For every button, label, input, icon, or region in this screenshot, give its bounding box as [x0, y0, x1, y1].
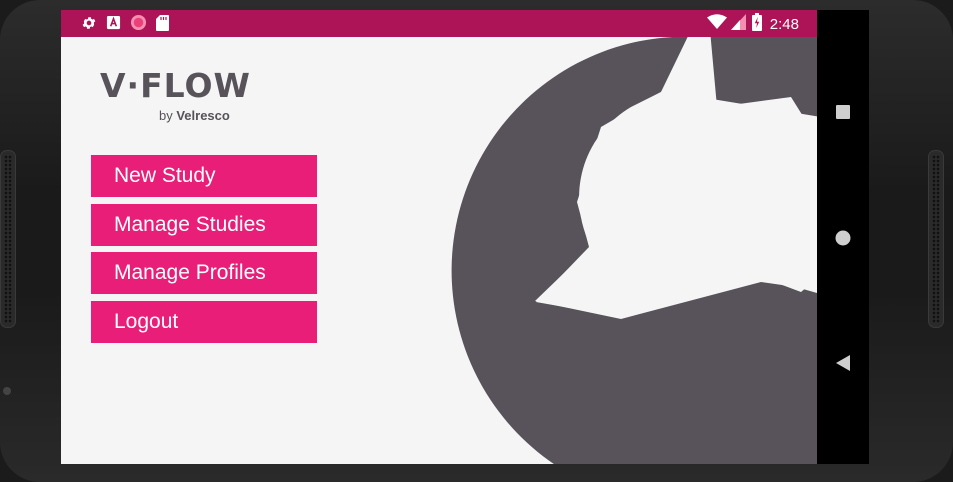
settings-icon — [81, 15, 97, 35]
battery-icon — [751, 13, 762, 35]
a-icon — [106, 15, 121, 34]
recents-icon — [836, 105, 850, 119]
app-logo: V·FLOW by Velresco — [100, 66, 251, 124]
logo-byline: by Velresco — [159, 108, 230, 123]
signal-icon — [730, 14, 746, 34]
right-speaker — [928, 150, 944, 328]
wifi-icon — [706, 14, 727, 34]
logo-by: by — [159, 108, 177, 123]
manage-profiles-button[interactable]: Manage Profiles — [91, 252, 317, 294]
main-content: V·FLOW by Velresco New Study Manage Stud… — [61, 37, 817, 464]
app-screen: 2:48 V·FLOW by Velresco New Study Manage… — [61, 10, 817, 464]
recents-button[interactable] — [817, 105, 869, 119]
home-button[interactable] — [817, 230, 869, 246]
manage-studies-button[interactable]: Manage Studies — [91, 203, 317, 246]
status-bar: 2:48 — [61, 10, 817, 37]
logo-wordmark: V·FLOW — [100, 66, 251, 105]
new-study-button[interactable]: New Study — [91, 155, 317, 197]
logout-button[interactable]: Logout — [91, 300, 317, 343]
logo-brand: Velresco — [176, 108, 230, 123]
back-icon — [836, 355, 850, 371]
navigation-bar — [817, 10, 869, 464]
home-icon — [835, 230, 851, 246]
left-speaker — [0, 150, 16, 328]
sd-card-icon — [156, 14, 169, 35]
front-sensor — [3, 387, 11, 395]
back-button[interactable] — [817, 355, 869, 371]
device-frame: 2:48 V·FLOW by Velresco New Study Manage… — [0, 0, 953, 482]
circle-icon — [130, 14, 147, 35]
main-menu: New Study Manage Studies Manage Profiles… — [91, 155, 317, 349]
clock: 2:48 — [769, 15, 799, 33]
